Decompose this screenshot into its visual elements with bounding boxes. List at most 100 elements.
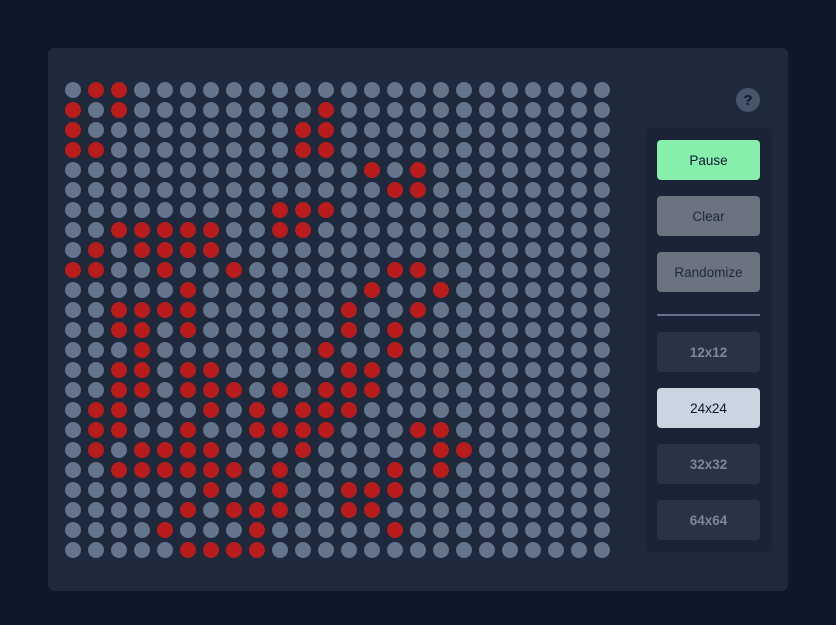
dead-cell[interactable] [548,282,564,298]
dead-cell[interactable] [594,422,610,438]
dead-cell[interactable] [318,282,334,298]
alive-cell[interactable] [111,462,127,478]
dead-cell[interactable] [571,82,587,98]
dead-cell[interactable] [525,262,541,278]
dead-cell[interactable] [88,382,104,398]
dead-cell[interactable] [249,242,265,258]
dead-cell[interactable] [479,362,495,378]
dead-cell[interactable] [433,162,449,178]
dead-cell[interactable] [157,162,173,178]
alive-cell[interactable] [134,242,150,258]
dead-cell[interactable] [341,442,357,458]
dead-cell[interactable] [479,142,495,158]
alive-cell[interactable] [134,362,150,378]
alive-cell[interactable] [364,502,380,518]
dead-cell[interactable] [157,142,173,158]
dead-cell[interactable] [318,302,334,318]
dead-cell[interactable] [594,502,610,518]
dead-cell[interactable] [364,222,380,238]
alive-cell[interactable] [410,302,426,318]
dead-cell[interactable] [65,342,81,358]
dead-cell[interactable] [318,242,334,258]
dead-cell[interactable] [456,382,472,398]
dead-cell[interactable] [525,462,541,478]
alive-cell[interactable] [295,142,311,158]
dead-cell[interactable] [203,142,219,158]
dead-cell[interactable] [525,342,541,358]
dead-cell[interactable] [157,82,173,98]
dead-cell[interactable] [65,422,81,438]
dead-cell[interactable] [433,262,449,278]
dead-cell[interactable] [364,202,380,218]
dead-cell[interactable] [249,142,265,158]
dead-cell[interactable] [226,122,242,138]
alive-cell[interactable] [272,382,288,398]
dead-cell[interactable] [410,322,426,338]
dead-cell[interactable] [203,182,219,198]
dead-cell[interactable] [456,242,472,258]
alive-cell[interactable] [341,302,357,318]
alive-cell[interactable] [157,262,173,278]
dead-cell[interactable] [134,502,150,518]
dead-cell[interactable] [502,222,518,238]
dead-cell[interactable] [456,162,472,178]
dead-cell[interactable] [226,442,242,458]
dead-cell[interactable] [571,182,587,198]
alive-cell[interactable] [364,382,380,398]
dead-cell[interactable] [88,542,104,558]
dead-cell[interactable] [111,522,127,538]
dead-cell[interactable] [548,322,564,338]
dead-cell[interactable] [548,142,564,158]
dead-cell[interactable] [295,542,311,558]
alive-cell[interactable] [203,462,219,478]
dead-cell[interactable] [502,342,518,358]
dead-cell[interactable] [157,362,173,378]
dead-cell[interactable] [203,322,219,338]
dead-cell[interactable] [387,362,403,378]
dead-cell[interactable] [479,302,495,318]
dead-cell[interactable] [272,242,288,258]
dead-cell[interactable] [571,402,587,418]
dead-cell[interactable] [272,542,288,558]
alive-cell[interactable] [226,502,242,518]
dead-cell[interactable] [502,82,518,98]
dead-cell[interactable] [318,502,334,518]
dead-cell[interactable] [203,302,219,318]
dead-cell[interactable] [410,522,426,538]
dead-cell[interactable] [180,162,196,178]
dead-cell[interactable] [111,502,127,518]
alive-cell[interactable] [249,502,265,518]
dead-cell[interactable] [387,402,403,418]
dead-cell[interactable] [502,462,518,478]
dead-cell[interactable] [180,342,196,358]
alive-cell[interactable] [295,422,311,438]
dead-cell[interactable] [88,462,104,478]
dead-cell[interactable] [88,482,104,498]
dead-cell[interactable] [65,182,81,198]
dead-cell[interactable] [180,122,196,138]
alive-cell[interactable] [341,402,357,418]
dead-cell[interactable] [364,402,380,418]
dead-cell[interactable] [318,262,334,278]
dead-cell[interactable] [571,502,587,518]
dead-cell[interactable] [548,522,564,538]
dead-cell[interactable] [479,242,495,258]
dead-cell[interactable] [88,322,104,338]
dead-cell[interactable] [157,282,173,298]
dead-cell[interactable] [203,82,219,98]
alive-cell[interactable] [341,322,357,338]
dead-cell[interactable] [525,422,541,438]
alive-cell[interactable] [387,182,403,198]
dead-cell[interactable] [157,502,173,518]
alive-cell[interactable] [111,362,127,378]
dead-cell[interactable] [88,362,104,378]
dead-cell[interactable] [111,542,127,558]
dead-cell[interactable] [502,322,518,338]
dead-cell[interactable] [525,382,541,398]
dead-cell[interactable] [203,522,219,538]
dead-cell[interactable] [249,382,265,398]
dead-cell[interactable] [65,242,81,258]
alive-cell[interactable] [387,462,403,478]
alive-cell[interactable] [410,262,426,278]
randomize-button[interactable]: Randomize [657,252,760,292]
